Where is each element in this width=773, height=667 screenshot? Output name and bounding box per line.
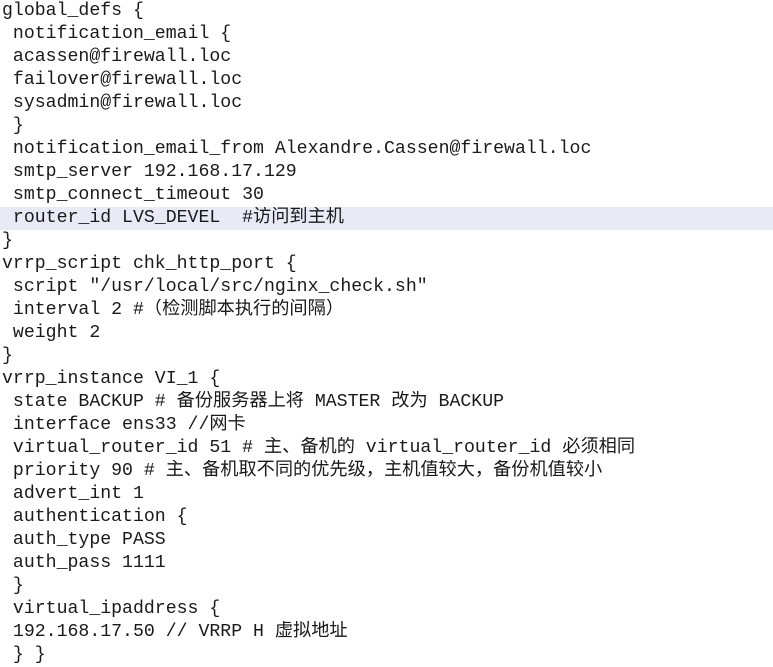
code-line: }	[2, 116, 24, 136]
code-line: 192.168.17.50 // VRRP H 虚拟地址	[2, 622, 348, 642]
code-line: acassen@firewall.loc	[2, 47, 232, 67]
code-line: virtual_ipaddress {	[2, 599, 221, 619]
code-line: interface ens33 //网卡	[2, 415, 246, 435]
code-line: }	[2, 346, 13, 366]
code-line: global_defs {	[2, 1, 144, 21]
code-line: state BACKUP # 备份服务器上将 MASTER 改为 BACKUP	[2, 392, 505, 412]
code-line: interval 2 #（检测脚本执行的间隔）	[2, 300, 344, 320]
code-line: }	[2, 576, 24, 596]
code-line: vrrp_instance VI_1 {	[2, 369, 221, 389]
code-line: vrrp_script chk_http_port {	[2, 254, 297, 274]
code-line: } }	[2, 645, 46, 665]
code-line: auth_type PASS	[2, 530, 166, 550]
code-line: virtual_router_id 51 # 主、备机的 virtual_rou…	[2, 438, 636, 458]
code-line: sysadmin@firewall.loc	[2, 93, 243, 113]
code-line: auth_pass 1111	[2, 553, 166, 573]
code-line: weight 2	[2, 323, 101, 343]
code-line: }	[2, 231, 13, 251]
code-line: advert_int 1	[2, 484, 144, 504]
code-line: notification_email_from Alexandre.Cassen…	[2, 139, 592, 159]
code-line-highlighted: router_id LVS_DEVEL #访问到主机	[0, 207, 773, 230]
code-line: notification_email {	[2, 24, 232, 44]
code-line: priority 90 # 主、备机取不同的优先级，主机值较大，备份机值较小	[2, 461, 603, 481]
code-line: script "/usr/local/src/nginx_check.sh"	[2, 277, 428, 297]
code-line: smtp_server 192.168.17.129	[2, 162, 297, 182]
code-document: global_defs { notification_email { acass…	[0, 0, 773, 667]
code-line: smtp_connect_timeout 30	[2, 185, 264, 205]
code-line: authentication {	[2, 507, 188, 527]
code-line: failover@firewall.loc	[2, 70, 243, 90]
